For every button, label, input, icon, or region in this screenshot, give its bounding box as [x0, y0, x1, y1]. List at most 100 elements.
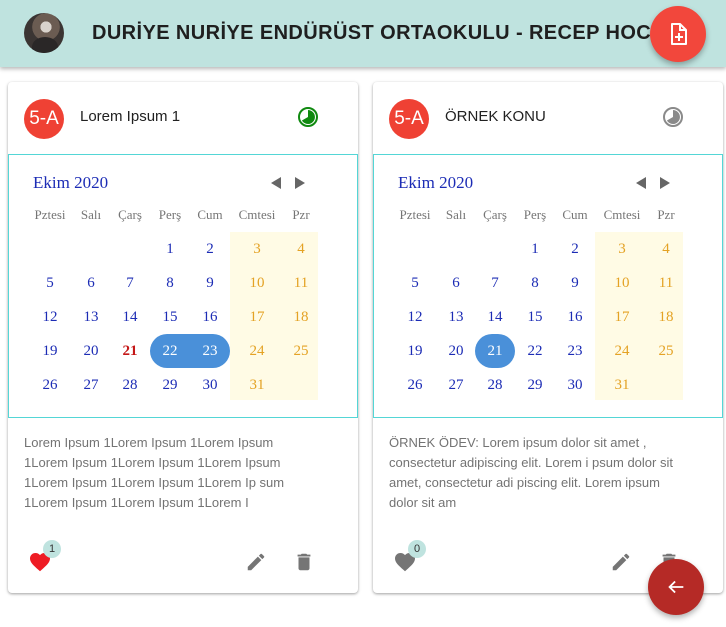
page-title: DURİYE NURİYE ENDÜRÜST ORTAOKULU - RECEP…: [92, 22, 666, 44]
weekday-label: Perş: [523, 207, 547, 222]
card-description: Lorem Ipsum 1Lorem Ipsum 1Lorem Ipsum 1L…: [24, 435, 285, 510]
calendar-day[interactable]: 28: [475, 368, 515, 402]
trash-icon[interactable]: [293, 551, 315, 573]
calendar-day[interactable]: 24: [602, 334, 642, 368]
calendar-day[interactable]: 7: [110, 266, 150, 300]
next-month-icon[interactable]: [660, 177, 670, 189]
calendar-day[interactable]: 15: [150, 300, 190, 334]
weekday-label: Pzr: [657, 207, 675, 222]
calendar-day[interactable]: 26: [395, 368, 435, 402]
calendar-day[interactable]: 27: [436, 368, 476, 402]
assignment-card: 5-A ÖRNEK KONU Ekim 2020 Pztesi Salı Çarş P…: [373, 82, 723, 593]
calendar-day[interactable]: 24: [237, 334, 277, 368]
calendar-day[interactable]: 8: [150, 266, 190, 300]
calendar-day[interactable]: 25: [646, 334, 686, 368]
calendar-day[interactable]: 17: [602, 300, 642, 334]
calendar-day[interactable]: 2: [555, 232, 595, 266]
class-badge: 5-A: [389, 99, 429, 139]
weekday-label: Cmtesi: [238, 207, 276, 222]
card-description: ÖRNEK ÖDEV: Lorem ipsum dolor sit amet ,…: [389, 435, 673, 510]
calendar-day[interactable]: 3: [237, 232, 277, 266]
calendar-day[interactable]: 15: [515, 300, 555, 334]
calendar-day[interactable]: 18: [646, 300, 686, 334]
card-title: Lorem Ipsum 1: [80, 108, 181, 125]
calendar-day[interactable]: 27: [71, 368, 111, 402]
calendar-day[interactable]: 20: [71, 334, 111, 368]
card-title: ÖRNEK KONU: [445, 108, 546, 125]
calendar-day[interactable]: 12: [395, 300, 435, 334]
prev-month-icon[interactable]: [271, 177, 281, 189]
weekday-label: Pzr: [292, 207, 310, 222]
calendar-day[interactable]: 31: [602, 368, 642, 402]
calendar-day[interactable]: 6: [436, 266, 476, 300]
calendar-day[interactable]: 22: [150, 334, 190, 368]
add-note-button[interactable]: [650, 6, 706, 62]
calendar-day[interactable]: 16: [190, 300, 230, 334]
back-button[interactable]: [648, 559, 704, 615]
calendar-day[interactable]: 22: [515, 334, 555, 368]
calendar-day[interactable]: 19: [395, 334, 435, 368]
calendar-day[interactable]: 30: [555, 368, 595, 402]
avatar[interactable]: [24, 13, 64, 53]
calendar-day[interactable]: 21: [110, 334, 150, 368]
weekday-label: Cum: [197, 207, 223, 222]
calendar-day[interactable]: 25: [281, 334, 321, 368]
like-count-badge: 1: [43, 540, 61, 558]
calendar-day[interactable]: 29: [515, 368, 555, 402]
calendar-day[interactable]: 8: [515, 266, 555, 300]
calendar-day[interactable]: 19: [30, 334, 70, 368]
pie-clock-icon[interactable]: [297, 106, 319, 128]
calendar-day[interactable]: 26: [30, 368, 70, 402]
calendar-day[interactable]: 23: [190, 334, 230, 368]
calendar-day[interactable]: 28: [110, 368, 150, 402]
calendar-day[interactable]: 14: [110, 300, 150, 334]
pencil-icon[interactable]: [610, 551, 632, 573]
app-bar: DURİYE NURİYE ENDÜRÜST ORTAOKULU - RECEP…: [0, 0, 726, 67]
calendar-day[interactable]: 31: [237, 368, 277, 402]
calendar-day[interactable]: 13: [436, 300, 476, 334]
calendar-day[interactable]: 14: [475, 300, 515, 334]
calendar-day[interactable]: 20: [436, 334, 476, 368]
calendar-day[interactable]: 4: [646, 232, 686, 266]
weekday-label: Cmtesi: [603, 207, 641, 222]
calendar-day[interactable]: 12: [30, 300, 70, 334]
calendar-month-label: Ekim 2020: [398, 173, 474, 192]
calendar-day[interactable]: 4: [281, 232, 321, 266]
calendar-month-label: Ekim 2020: [33, 173, 109, 192]
calendar-day[interactable]: 30: [190, 368, 230, 402]
calendar-day[interactable]: 29: [150, 368, 190, 402]
prev-month-icon[interactable]: [636, 177, 646, 189]
calendar-day[interactable]: 21: [475, 334, 515, 368]
calendar-day[interactable]: 1: [150, 232, 190, 266]
calendar: Ekim 2020 Pztesi Salı Çarş Perş Cum Cmtesi Pzr…: [373, 154, 723, 418]
calendar-day[interactable]: 11: [646, 266, 686, 300]
calendar-day[interactable]: 6: [71, 266, 111, 300]
calendar-day[interactable]: 5: [30, 266, 70, 300]
assignment-card: 5-A Lorem Ipsum 1 Ekim 2020 Pztesi Salı Ça…: [8, 82, 358, 593]
weekday-label: Çarş: [483, 207, 507, 222]
calendar-day[interactable]: 18: [281, 300, 321, 334]
pencil-icon[interactable]: [245, 551, 267, 573]
calendar-day[interactable]: 1: [515, 232, 555, 266]
calendar-day[interactable]: 3: [602, 232, 642, 266]
weekday-label: Perş: [158, 207, 182, 222]
calendar-day[interactable]: 7: [475, 266, 515, 300]
calendar-day[interactable]: 5: [395, 266, 435, 300]
arrow-left-icon: [668, 580, 684, 594]
calendar-day[interactable]: 9: [555, 266, 595, 300]
calendar-day[interactable]: 17: [237, 300, 277, 334]
calendar-day[interactable]: 2: [190, 232, 230, 266]
calendar-day[interactable]: 13: [71, 300, 111, 334]
pie-clock-icon[interactable]: [662, 106, 684, 128]
weekday-label: Salı: [80, 207, 102, 222]
calendar-day[interactable]: 10: [602, 266, 642, 300]
calendar-day[interactable]: 9: [190, 266, 230, 300]
calendar-day[interactable]: 16: [555, 300, 595, 334]
weekday-label: Cum: [562, 207, 588, 222]
weekday-label: Pztesi: [34, 207, 66, 222]
like-count-badge: 0: [408, 540, 426, 558]
calendar-day[interactable]: 23: [555, 334, 595, 368]
calendar-day[interactable]: 10: [237, 266, 277, 300]
next-month-icon[interactable]: [295, 177, 305, 189]
calendar-day[interactable]: 11: [281, 266, 321, 300]
